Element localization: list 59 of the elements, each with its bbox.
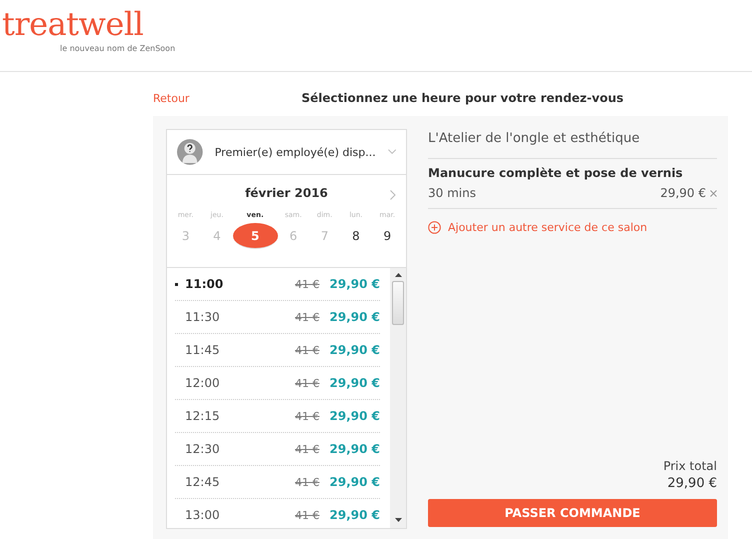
date-number: 6 [288, 228, 298, 244]
old-price: 41 € [295, 442, 320, 456]
date-number: 4 [212, 228, 222, 244]
slot-time: 12:30 [184, 442, 221, 456]
slot-time: 12:45 [184, 475, 221, 489]
time-slot[interactable]: 12:30 41 € 29,90 € [175, 433, 380, 466]
old-price: 41 € [295, 476, 320, 488]
old-price: 41 € [295, 278, 320, 290]
plus-circle-icon [428, 221, 441, 234]
slot-time: 11:00 [175, 277, 296, 291]
total-price: 29,90 € [667, 476, 717, 491]
slot-time: 11:30 [184, 310, 221, 324]
slot-price: 29,90 € [330, 475, 380, 489]
service-name: Manucure complète et pose de vernis [428, 166, 684, 180]
scroll-up-icon[interactable] [394, 273, 402, 277]
person-avatar-icon [177, 138, 203, 166]
time-slot[interactable]: 11:45 41 € 29,90 € [175, 334, 380, 367]
slot-time: 13:00 [184, 508, 221, 522]
chevron-right-icon[interactable] [390, 190, 396, 200]
total-label: Prix total [663, 459, 717, 473]
time-slot[interactable]: 11:30 41 € 29,90 € [175, 301, 380, 334]
slot-price: 29,90 € [330, 376, 380, 390]
slot-time: 12:15 [184, 409, 221, 423]
slot-time: 12:00 [184, 376, 221, 390]
time-slot[interactable]: 12:15 41 € 29,90 € [175, 400, 380, 433]
time-slot[interactable]: 11:00 41 € 29,90 € [175, 268, 380, 301]
slot-price: 29,90 € [330, 310, 380, 324]
month-label: février 2016 [245, 186, 328, 200]
slot-time: 11:45 [184, 343, 221, 357]
old-price: 41 € [295, 410, 320, 422]
old-price: 41 € [295, 310, 320, 324]
service-duration: 30 mins [428, 186, 477, 200]
date-number: 5 [232, 223, 278, 249]
slot-price: 29,90 € [330, 508, 380, 522]
chevron-down-icon [388, 149, 396, 155]
old-price: 41 € [295, 344, 320, 356]
remove-icon[interactable] [710, 190, 717, 196]
salon-name: L'Atelier de l'ongle et esthétique [428, 129, 717, 159]
time-slot[interactable]: 12:00 41 € 29,90 € [175, 367, 380, 400]
date-number: 7 [320, 228, 330, 244]
date-number: 8 [351, 228, 361, 244]
tagline: le nouveau nom de ZenSoon [60, 44, 176, 53]
slot-price: 29,90 € [330, 409, 380, 423]
slot-price: 29,90 € [330, 343, 380, 357]
old-price: 41 € [295, 508, 320, 522]
service-price: 29,90 € [660, 186, 706, 200]
page-title: Sélectionnez une heure pour votre rendez-vous [301, 91, 624, 105]
time-slot[interactable]: 12:45 41 € 29,90 € [175, 466, 380, 499]
scroll-down-icon[interactable] [394, 518, 402, 522]
old-price: 41 € [295, 376, 320, 390]
employee-select[interactable]: Premier(e) employé(e) disp... [167, 130, 406, 175]
scroll-thumb[interactable] [392, 281, 404, 325]
scrollbar[interactable] [390, 268, 406, 528]
date-number: 3 [180, 228, 190, 244]
time-slot[interactable]: 13:00 41 € 29,90 € [175, 499, 380, 528]
date-number: 9 [382, 228, 392, 244]
slot-price: 29,90 € [330, 442, 380, 456]
slot-price: 29,90 € [330, 277, 380, 291]
select-value: Premier(e) employé(e) disp... [214, 146, 376, 158]
